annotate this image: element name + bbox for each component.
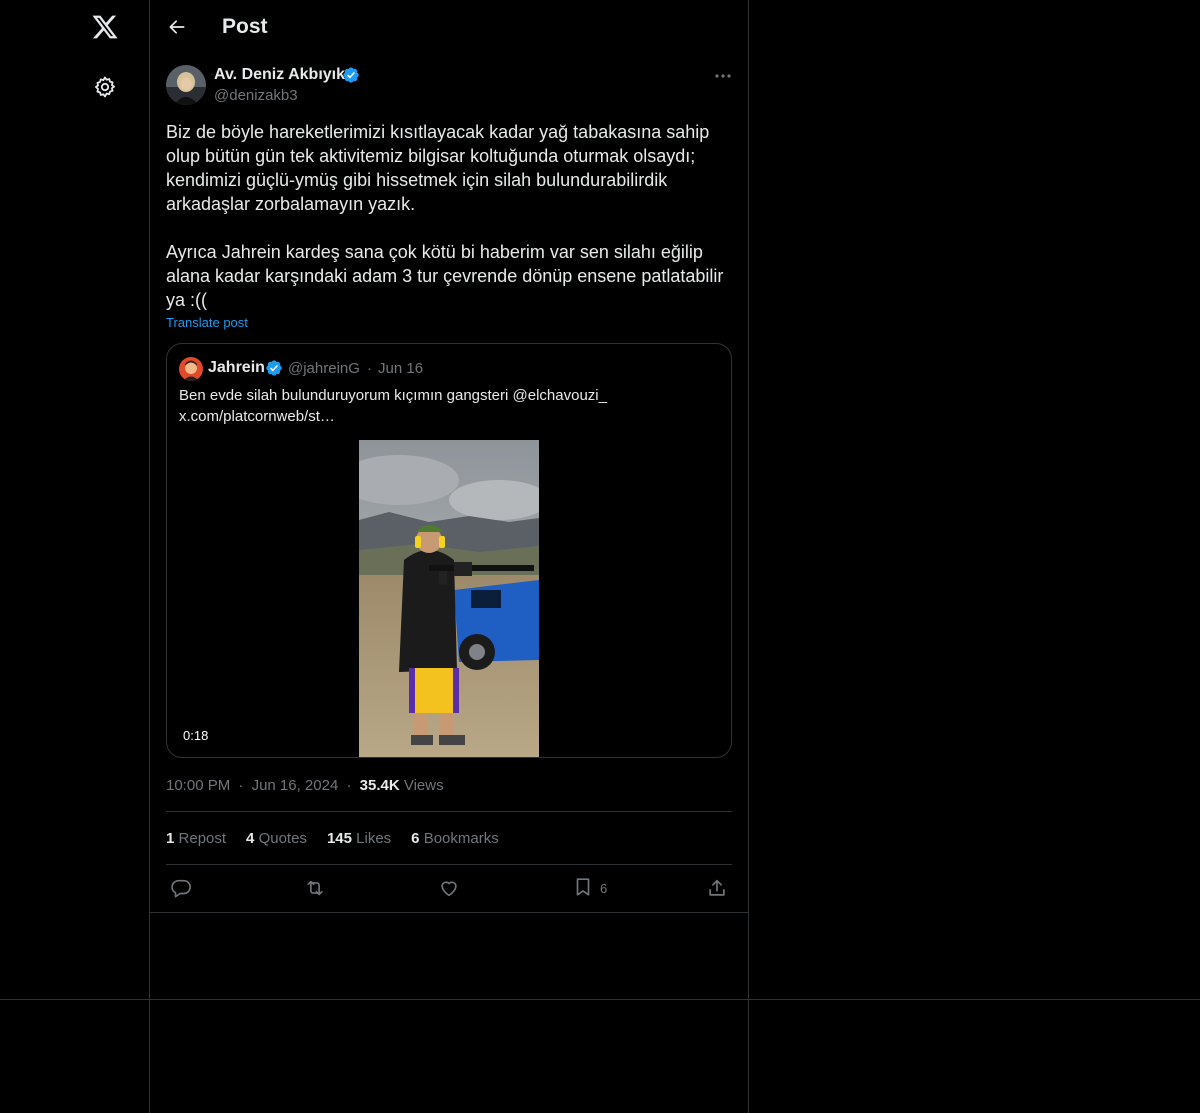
separator-dot: ·: [346, 777, 352, 794]
quotes-stat[interactable]: 4 Quotes: [246, 830, 307, 847]
post-text: Biz de böyle hareketlerimizi kısıtlayaca…: [166, 122, 724, 310]
quotes-label: Quotes: [258, 830, 307, 847]
heart-icon[interactable]: [438, 876, 460, 900]
verified-badge-icon: [342, 66, 360, 84]
quoted-date: Jun 16: [378, 360, 424, 377]
separator-dot: ·: [367, 360, 372, 377]
post-meta: 10:00 PM · Jun 16, 2024 · 35.4K Views: [166, 777, 444, 794]
divider: [150, 912, 748, 913]
page: Post Av. Deniz Akbıyık @denizakb3 Biz de…: [0, 0, 1200, 1113]
bookmarks-label: Bookmarks: [423, 830, 499, 847]
quoted-author-name: Jahrein: [208, 359, 265, 376]
divider: [166, 811, 732, 812]
separator-dot: ·: [238, 777, 244, 794]
author-name[interactable]: Av. Deniz Akbıyık: [214, 66, 345, 84]
gear-icon[interactable]: [90, 72, 120, 102]
likes-count: 145: [326, 830, 352, 847]
likes-stat[interactable]: 145 Likes: [327, 830, 391, 847]
author-handle[interactable]: @denizakb3: [214, 87, 298, 104]
post-time[interactable]: 10:00 PM: [166, 777, 230, 794]
more-options-icon[interactable]: [710, 66, 736, 86]
quotes-count: 4: [246, 830, 255, 847]
reposts-label: Repost: [178, 830, 227, 847]
bookmarks-stat[interactable]: 6 Bookmarks: [411, 830, 499, 847]
reply-icon[interactable]: [170, 876, 192, 900]
post-stats: 1 Repost 4 Quotes 145 Likes 6 Bookmarks: [166, 830, 499, 847]
reposts-stat[interactable]: 1 Repost: [166, 830, 226, 847]
views-count: 35.4K: [359, 777, 400, 794]
quoted-author-handle: @jahreinG: [288, 360, 360, 377]
repost-icon[interactable]: [303, 876, 327, 900]
bookmark-button[interactable]: 6: [572, 876, 607, 900]
verified-badge-icon: [265, 359, 283, 377]
avatar[interactable]: [166, 65, 206, 105]
likes-label: Likes: [356, 830, 392, 847]
divider: [0, 999, 1200, 1000]
views-label: Views: [403, 777, 444, 794]
quoted-text: Ben evde silah bulunduruyorum kıçımın ga…: [179, 387, 607, 425]
video-duration: 0:18: [179, 726, 213, 745]
page-title: Post: [222, 15, 268, 38]
post-date[interactable]: Jun 16, 2024: [252, 777, 339, 794]
main-column: Post Av. Deniz Akbıyık @denizakb3 Biz de…: [150, 0, 749, 1113]
divider: [166, 864, 732, 865]
quoted-avatar: [179, 357, 203, 381]
bookmark-count: 6: [600, 880, 608, 896]
sidebar: [0, 0, 150, 1113]
quoted-post[interactable]: Jahrein @jahreinG · Jun 16 Ben evde sila…: [166, 343, 732, 758]
reposts-count: 1: [166, 830, 175, 847]
action-bar: 6: [150, 866, 748, 912]
translate-post-link[interactable]: Translate post: [166, 315, 248, 330]
share-icon[interactable]: [706, 876, 728, 900]
page-header: Post: [150, 0, 748, 54]
bookmarks-count: 6: [411, 830, 420, 847]
arrow-left-icon[interactable]: [164, 14, 190, 40]
bookmark-icon: [572, 876, 594, 901]
x-logo-icon[interactable]: [88, 10, 122, 44]
video-thumbnail[interactable]: [359, 440, 539, 757]
